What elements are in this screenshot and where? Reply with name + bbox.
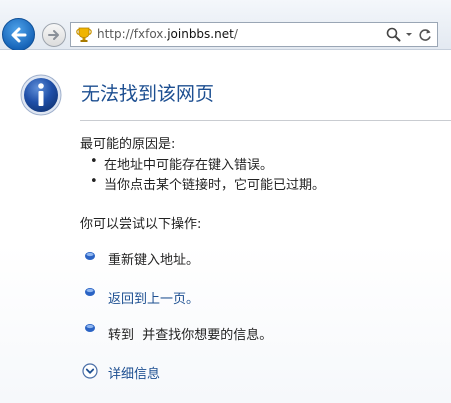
title-divider [80, 120, 451, 121]
page-title: 无法找到该网页 [81, 83, 215, 105]
address-bar[interactable]: http://fxfox.joinbbs.net/ [70, 22, 438, 47]
browser-toolbar: http://fxfox.joinbbs.net/ [0, 0, 451, 51]
go-back-link[interactable]: 返回到上一页。 [108, 288, 199, 307]
reason-item: • 在地址中可能存在键入错误。 [90, 154, 274, 173]
reason-text: 当你点击某个链接时，它可能已过期。 [104, 178, 326, 193]
chevron-down-icon[interactable] [404, 27, 414, 42]
reason-text: 在地址中可能存在键入错误。 [104, 158, 274, 173]
blue-bullet-icon [85, 252, 95, 260]
url-prefix: http://fxfox. [97, 27, 168, 41]
bullet-dot: • [90, 174, 98, 189]
trophy-favicon-icon [76, 27, 92, 42]
back-arrow-icon [11, 27, 26, 42]
action-retype-address: 重新键入地址。 [108, 253, 200, 268]
url-host: joinbbs.net [167, 27, 234, 41]
info-icon [20, 74, 62, 116]
actions-heading: 你可以尝试以下操作: [80, 217, 202, 232]
error-page: 无法找到该网页 最可能的原因是: • 在地址中可能存在键入错误。 • 当你点击某… [0, 50, 451, 403]
reason-item: • 当你点击某个链接时，它可能已过期。 [90, 174, 326, 193]
back-button[interactable] [2, 18, 35, 51]
forward-button[interactable] [42, 23, 66, 47]
blue-bullet-icon [85, 324, 95, 332]
action-goto-site: 转到 并查找你想要的信息。 [108, 328, 273, 343]
forward-arrow-icon [48, 30, 59, 40]
more-info-link[interactable]: 详细信息 [108, 363, 160, 382]
address-url[interactable]: http://fxfox.joinbbs.net/ [97, 27, 238, 41]
refresh-icon[interactable] [417, 27, 433, 43]
blue-bullet-icon [85, 288, 95, 296]
search-icon[interactable] [385, 26, 402, 43]
url-suffix: / [233, 27, 238, 41]
bullet-dot: • [90, 154, 98, 169]
reasons-heading: 最可能的原因是: [80, 137, 176, 152]
expand-chevron-icon[interactable] [82, 363, 98, 379]
